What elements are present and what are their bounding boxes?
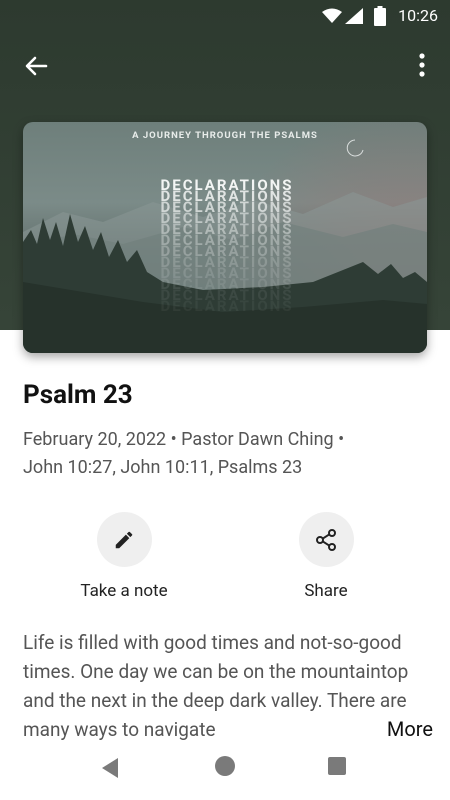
wifi-icon <box>322 8 342 23</box>
sermon-description: Life is filled with good times and not-s… <box>23 628 433 744</box>
more-vert-icon <box>419 53 425 77</box>
sermon-meta-line2: John 10:27, John 10:11, Psalms 23 <box>23 457 303 478</box>
overflow-menu-button[interactable] <box>410 50 434 80</box>
sermon-title: Psalm 23 <box>23 380 133 410</box>
share-label: Share <box>304 581 348 601</box>
pencil-icon <box>115 531 133 548</box>
nav-back-icon[interactable] <box>100 757 120 779</box>
sermon-meta: February 20, 2022 • Pastor Dawn Ching • … <box>23 426 423 482</box>
sermon-artwork: A JOURNEY THROUGH THE PSALMS DECLARATION… <box>23 122 427 353</box>
status-time: 10:26 <box>398 6 438 25</box>
battery-icon <box>374 6 386 26</box>
share-button[interactable] <box>298 512 354 567</box>
back-button[interactable] <box>20 50 52 82</box>
artwork-subtitle: A JOURNEY THROUGH THE PSALMS <box>132 130 318 141</box>
share-icon <box>316 528 336 551</box>
artwork-title: DECLARATIONS DECLARATIONS DECLARATIONS D… <box>160 176 294 315</box>
take-note-label: Take a note <box>80 581 168 601</box>
take-note-button[interactable] <box>96 512 152 567</box>
share-action[interactable]: Share <box>266 512 386 601</box>
system-navigation-bar <box>0 740 450 800</box>
signal-icon <box>345 8 363 24</box>
sermon-meta-line1: February 20, 2022 • Pastor Dawn Ching • <box>23 429 345 450</box>
status-bar: 10:26 <box>0 0 450 32</box>
nav-recents-icon[interactable] <box>328 757 346 775</box>
arrow-left-icon <box>25 56 48 76</box>
nav-home-icon[interactable] <box>215 756 235 776</box>
take-note-action[interactable]: Take a note <box>64 512 184 601</box>
